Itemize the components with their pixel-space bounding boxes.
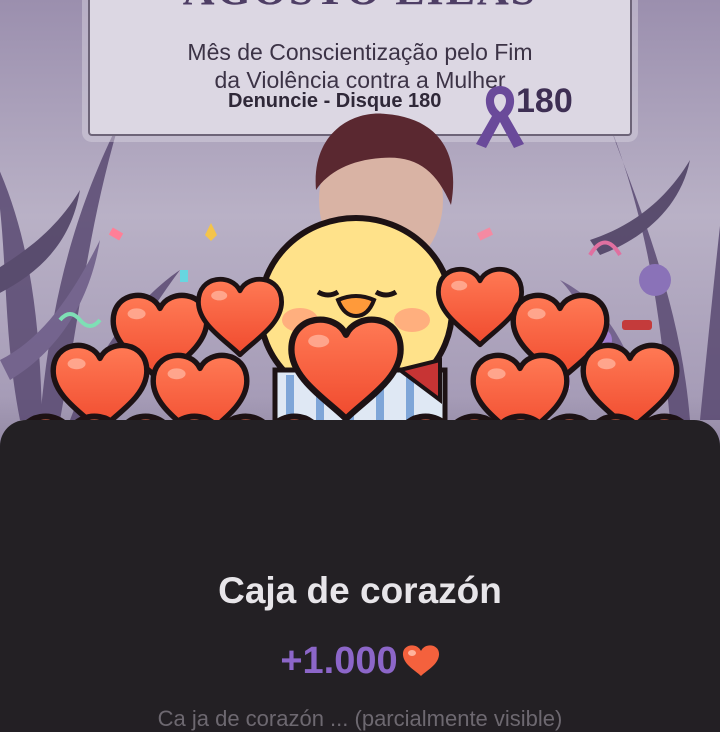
poster-title: AGOSTO LILÁS xyxy=(90,0,630,15)
reward-amount: +1.000 xyxy=(280,640,398,682)
gift-description: Ca ja de corazón ... (parcialmente visib… xyxy=(157,706,563,731)
gift-reward: +1.000 xyxy=(0,640,720,687)
gift-name: Caja de corazón xyxy=(218,570,502,611)
poster-subtitle-line1: Mês de Conscientização pelo Fim xyxy=(187,39,533,65)
heart-icon xyxy=(402,643,440,687)
awareness-ribbon-icon xyxy=(476,86,524,148)
